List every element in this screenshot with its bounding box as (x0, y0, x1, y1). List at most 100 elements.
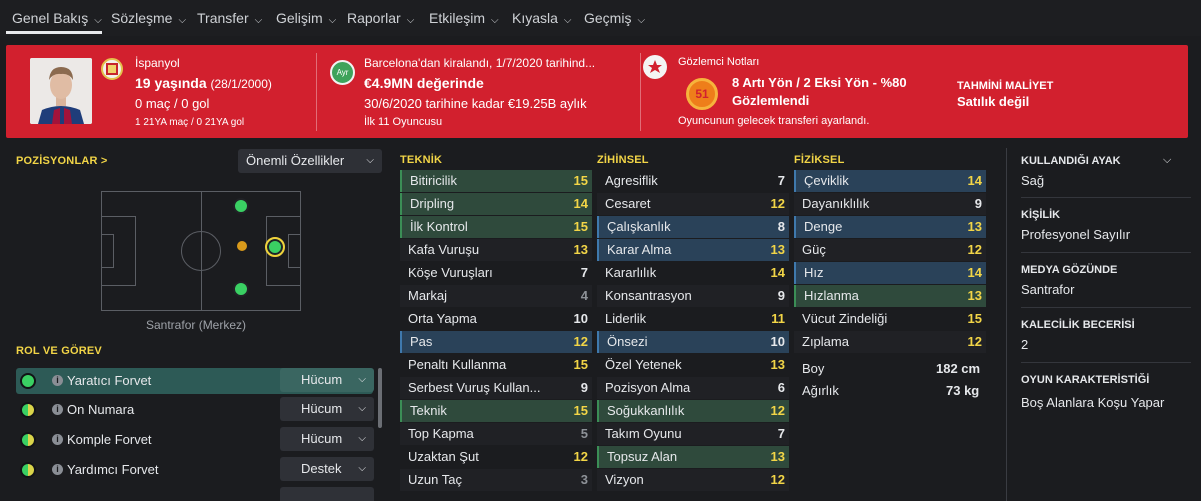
tab-kiyasla[interactable]: Kıyasla ⌵ (512, 0, 572, 36)
chevron-down-icon: ⌵ (358, 463, 366, 474)
position-pitch (101, 191, 301, 311)
scout-summary: 8 Artı Yön / 2 Eksi Yön - %80 (732, 75, 907, 90)
physical-title: FİZİKSEL (794, 154, 845, 166)
attribute-row[interactable]: Cesaret 12 (597, 193, 789, 215)
info-icon[interactable]: i (52, 404, 63, 415)
attribute-filter-dropdown[interactable]: Önemli Özellikler ⌵ (238, 149, 382, 173)
chevron-down-icon: ⌵ (491, 15, 499, 26)
chevron-down-icon: ⌵ (254, 15, 263, 26)
attribute-name: Kararlılık (605, 265, 657, 280)
role-row[interactable]: i Komple Forvet Hücum ⌵ (16, 427, 374, 453)
attribute-value: 7 (580, 265, 588, 280)
attribute-row[interactable]: Markaj 4 (400, 285, 592, 307)
duty-dropdown[interactable]: Hücum ⌵ (280, 427, 374, 451)
attribute-value: 15 (573, 357, 588, 372)
attribute-row[interactable]: Dripling 14 (400, 193, 592, 215)
attribute-row[interactable]: Vizyon 12 (597, 469, 789, 491)
attribute-row[interactable]: Dayanıklılık 9 (794, 193, 986, 215)
position-dot-st-left (233, 198, 249, 214)
duty-dropdown[interactable]: Hücum ⌵ (280, 368, 374, 392)
attribute-row[interactable]: Zıplama 12 (794, 331, 986, 353)
attribute-value: 8 (777, 219, 785, 234)
attribute-name: Orta Yapma (408, 311, 477, 326)
scout-notes-title[interactable]: Gözlemci Notları (678, 56, 759, 68)
active-tab-indicator (6, 31, 102, 34)
attribute-row[interactable]: Takım Oyunu 7 (597, 423, 789, 445)
attribute-row[interactable]: Hızlanma 13 (794, 285, 986, 307)
role-row[interactable]: i Yaratıcı Forvet Hücum ⌵ (16, 368, 374, 394)
attribute-name: Uzun Taç (408, 472, 462, 487)
attribute-row[interactable]: Serbest Vuruş Kullan... 9 (400, 377, 592, 399)
attribute-row[interactable]: Güç 12 (794, 239, 986, 261)
attribute-row[interactable]: Orta Yapma 10 (400, 308, 592, 330)
info-icon[interactable]: i (52, 464, 63, 475)
attribute-name: Güç (802, 242, 826, 257)
duty-dropdown[interactable]: Hücum ⌵ (280, 397, 374, 421)
tab-sozlesme[interactable]: Sözleşme ⌵ (111, 0, 186, 36)
attribute-row[interactable]: Uzaktan Şut 12 (400, 446, 592, 468)
attribute-name: Teknik (410, 403, 447, 418)
attribute-row[interactable]: Pozisyon Alma 6 (597, 377, 789, 399)
tab-gelisim[interactable]: Gelişim ⌵ (276, 0, 336, 36)
preferred-foot-value: Sağ (1021, 173, 1045, 188)
attribute-name: Dayanıklılık (802, 196, 870, 211)
attribute-name: Penaltı Kullanma (408, 357, 507, 372)
role-row[interactable]: i On Numara Hücum ⌵ (16, 397, 374, 423)
positions-title[interactable]: POZİSYONLAR > (16, 155, 108, 167)
roles-scrollbar[interactable] (378, 368, 382, 428)
attribute-name: Uzaktan Şut (408, 449, 479, 464)
height-label: Boy (802, 361, 825, 376)
attribute-row[interactable]: Karar Alma 13 (597, 239, 789, 261)
attribute-row[interactable]: Uzun Taç 3 (400, 469, 592, 491)
chevron-down-icon[interactable]: ⌵ (1163, 154, 1171, 167)
attribute-row[interactable]: Konsantrasyon 9 (597, 285, 789, 307)
loan-badge: Ayr (330, 60, 355, 85)
attribute-row[interactable]: Önsezi 10 (597, 331, 789, 353)
info-icon[interactable]: i (52, 434, 63, 445)
attribute-value: 4 (580, 288, 588, 303)
tab-transfer[interactable]: Transfer ⌵ (197, 0, 262, 36)
attribute-row[interactable]: İlk Kontrol 15 (400, 216, 592, 238)
tab-etkilesim[interactable]: Etkileşim ⌵ (429, 0, 499, 36)
role-row[interactable]: i Yardımcı Forvet Destek ⌵ (16, 457, 374, 483)
attribute-row[interactable]: Kafa Vuruşu 13 (400, 239, 592, 261)
tab-gecmis[interactable]: Geçmiş ⌵ (584, 0, 645, 36)
attribute-row[interactable]: Agresiflik 7 (597, 170, 789, 192)
attribute-name: Agresiflik (605, 173, 658, 188)
player-header-bar: İspanyol 19 yaşında (28/1/2000) 0 maç / … (6, 45, 1188, 138)
attribute-row[interactable]: Penaltı Kullanma 15 (400, 354, 592, 376)
attribute-row[interactable]: Topsuz Alan 13 (597, 446, 789, 468)
attribute-value: 15 (573, 219, 588, 234)
attribute-row[interactable]: Denge 13 (794, 216, 986, 238)
attribute-row[interactable]: Bitiricilik 15 (400, 170, 592, 192)
attribute-value: 14 (967, 265, 982, 280)
duty-dropdown[interactable]: Destek ⌵ (280, 457, 374, 481)
info-icon[interactable]: i (52, 375, 63, 386)
attribute-row[interactable]: Pas 12 (400, 331, 592, 353)
attribute-value: 13 (770, 449, 785, 464)
attribute-value: 14 (573, 196, 588, 211)
personality-label: KİŞİLİK (1021, 209, 1061, 221)
attribute-name: Bitiricilik (410, 173, 457, 188)
club-name[interactable]: İspanyol (135, 56, 180, 70)
attribute-row[interactable]: Kararlılık 14 (597, 262, 789, 284)
attribute-name: Cesaret (605, 196, 651, 211)
player-age: 19 yaşında (28/1/2000) (135, 75, 272, 91)
header-divider (316, 53, 317, 131)
attribute-row[interactable]: Top Kapma 5 (400, 423, 592, 445)
attribute-value: 13 (967, 288, 982, 303)
attribute-row[interactable]: Soğukkanlılık 12 (597, 400, 789, 422)
duty-dropdown[interactable] (280, 487, 374, 501)
position-dot-st-selected (265, 237, 285, 257)
attribute-row[interactable]: Köşe Vuruşları 7 (400, 262, 592, 284)
attribute-row[interactable]: Teknik 15 (400, 400, 592, 422)
attribute-row[interactable]: Özel Yetenek 13 (597, 354, 789, 376)
attribute-row[interactable]: Vücut Zindeliği 15 (794, 308, 986, 330)
attribute-row[interactable]: Liderlik 11 (597, 308, 789, 330)
chevron-down-icon: ⌵ (94, 15, 102, 26)
attribute-row[interactable]: Çalışkanlık 8 (597, 216, 789, 238)
attribute-row[interactable]: Çeviklik 14 (794, 170, 986, 192)
attribute-row[interactable]: Hız 14 (794, 262, 986, 284)
attribute-name: Denge (804, 219, 843, 234)
tab-raporlar[interactable]: Raporlar ⌵ (347, 0, 414, 36)
